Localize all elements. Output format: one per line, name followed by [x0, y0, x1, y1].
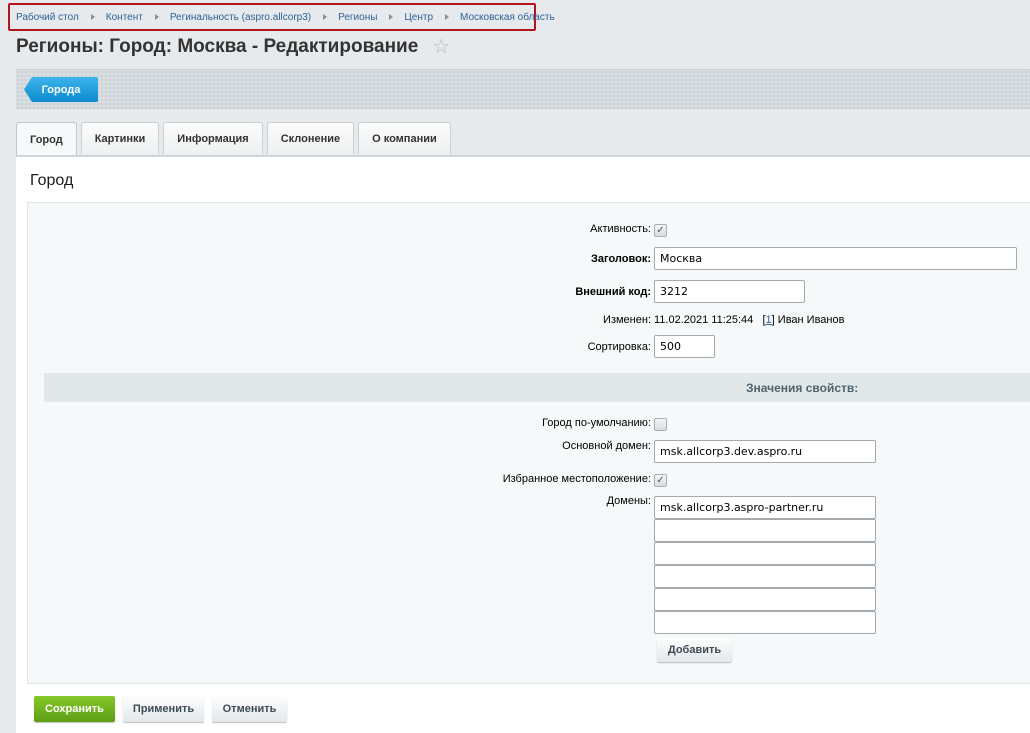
checkmark-icon: ✓ [656, 475, 665, 486]
sort-input[interactable] [654, 335, 715, 358]
modified-label: Изменен: [603, 314, 651, 326]
tab-about-company[interactable]: О компании [358, 122, 451, 154]
domain-input[interactable] [654, 565, 876, 588]
modified-date: 11.02.2021 11:25:44 [654, 314, 754, 326]
page-title: Регионы: Город: Москва - Редактирование … [16, 34, 450, 59]
breadcrumb-item-content[interactable]: Контент [106, 12, 143, 23]
domain-input[interactable] [654, 588, 876, 611]
section-title: Город [30, 172, 74, 189]
toolbar: Города [16, 69, 1030, 109]
default-city-label: Город по-умолчанию: [542, 417, 651, 429]
default-city-checkbox[interactable] [654, 418, 667, 431]
add-domain-button[interactable]: Добавить [657, 638, 732, 662]
ext-code-input[interactable] [654, 280, 805, 303]
active-checkbox[interactable]: ✓ [654, 224, 667, 237]
form-row-modified: Изменен: 11.02.2021 11:25:44 [1] Иван Ив… [28, 310, 1030, 334]
domains-list [654, 496, 876, 634]
breadcrumb-separator-icon [445, 14, 450, 20]
breadcrumb-item-moscow-region[interactable]: Московская область [460, 12, 555, 23]
active-label: Активность: [590, 223, 651, 235]
form-row-default-city: Город по-умолчанию: [28, 413, 1030, 437]
main-domain-label: Основной домен: [562, 440, 651, 452]
tab-declension[interactable]: Склонение [266, 122, 355, 154]
form-row-ext-code: Внешний код: [28, 280, 1030, 304]
page-title-text: Регионы: Город: Москва - Редактирование [16, 35, 419, 57]
form-row-main-domain: Основной домен: [28, 440, 1030, 464]
breadcrumb-item-desktop[interactable]: Рабочий стол [16, 12, 79, 23]
breadcrumb-separator-icon [154, 14, 159, 20]
domain-input[interactable] [654, 496, 876, 519]
domain-input[interactable] [654, 611, 876, 634]
favorite-location-checkbox[interactable]: ✓ [654, 474, 667, 487]
apply-button[interactable]: Применить [123, 696, 204, 722]
modified-user-link[interactable]: 1 [766, 314, 772, 326]
star-icon[interactable]: ☆ [432, 34, 450, 59]
tab-information[interactable]: Информация [163, 122, 263, 154]
breadcrumb-item-regionality[interactable]: Регинальность (aspro.allcorp3) [170, 12, 311, 23]
properties-header: Значения свойств: [44, 373, 1030, 402]
main-domain-input[interactable] [654, 440, 876, 463]
back-to-cities-button[interactable]: Города [24, 77, 98, 102]
form-row-active: Активность: ✓ [28, 219, 1030, 243]
favorite-location-label: Избранное местоположение: [502, 473, 651, 485]
breadcrumb-item-regions[interactable]: Регионы [338, 12, 377, 23]
tab-bar: Город Картинки Информация Склонение О ко… [16, 122, 455, 156]
breadcrumb-separator-icon [389, 14, 394, 20]
save-button[interactable]: Сохранить [34, 696, 115, 722]
domains-label: Домены: [606, 495, 651, 507]
cancel-button[interactable]: Отменить [212, 696, 287, 722]
breadcrumb: Рабочий стол Контент Регинальность (aspr… [8, 3, 555, 31]
breadcrumb-item-center[interactable]: Центр [404, 12, 433, 23]
form-row-sort: Сортировка: [28, 335, 1030, 359]
breadcrumb-separator-icon [323, 14, 328, 20]
modified-user-name: Иван Иванов [777, 314, 845, 326]
breadcrumb-separator-icon [90, 14, 95, 20]
domain-input[interactable] [654, 519, 876, 542]
title-input[interactable] [654, 247, 1017, 270]
checkmark-icon: ✓ [656, 225, 665, 236]
sort-label: Сортировка: [587, 341, 651, 353]
title-label: Заголовок: [591, 253, 651, 265]
modified-info: 11.02.2021 11:25:44 [1] Иван Иванов [654, 314, 845, 326]
form-row-title: Заголовок: [28, 247, 1030, 271]
form-area: Активность: ✓ Заголовок: Внешний код: Из… [27, 202, 1030, 684]
edit-panel: Город Активность: ✓ Заголовок: Внешний к… [16, 155, 1030, 733]
domain-input[interactable] [654, 542, 876, 565]
form-row-domains-label: Домены: [28, 494, 1030, 518]
ext-code-label: Внешний код: [575, 286, 651, 298]
form-row-favorite: Избранное местоположение: ✓ [28, 469, 1030, 493]
tab-city[interactable]: Город [16, 122, 77, 156]
tab-images[interactable]: Картинки [80, 122, 160, 154]
